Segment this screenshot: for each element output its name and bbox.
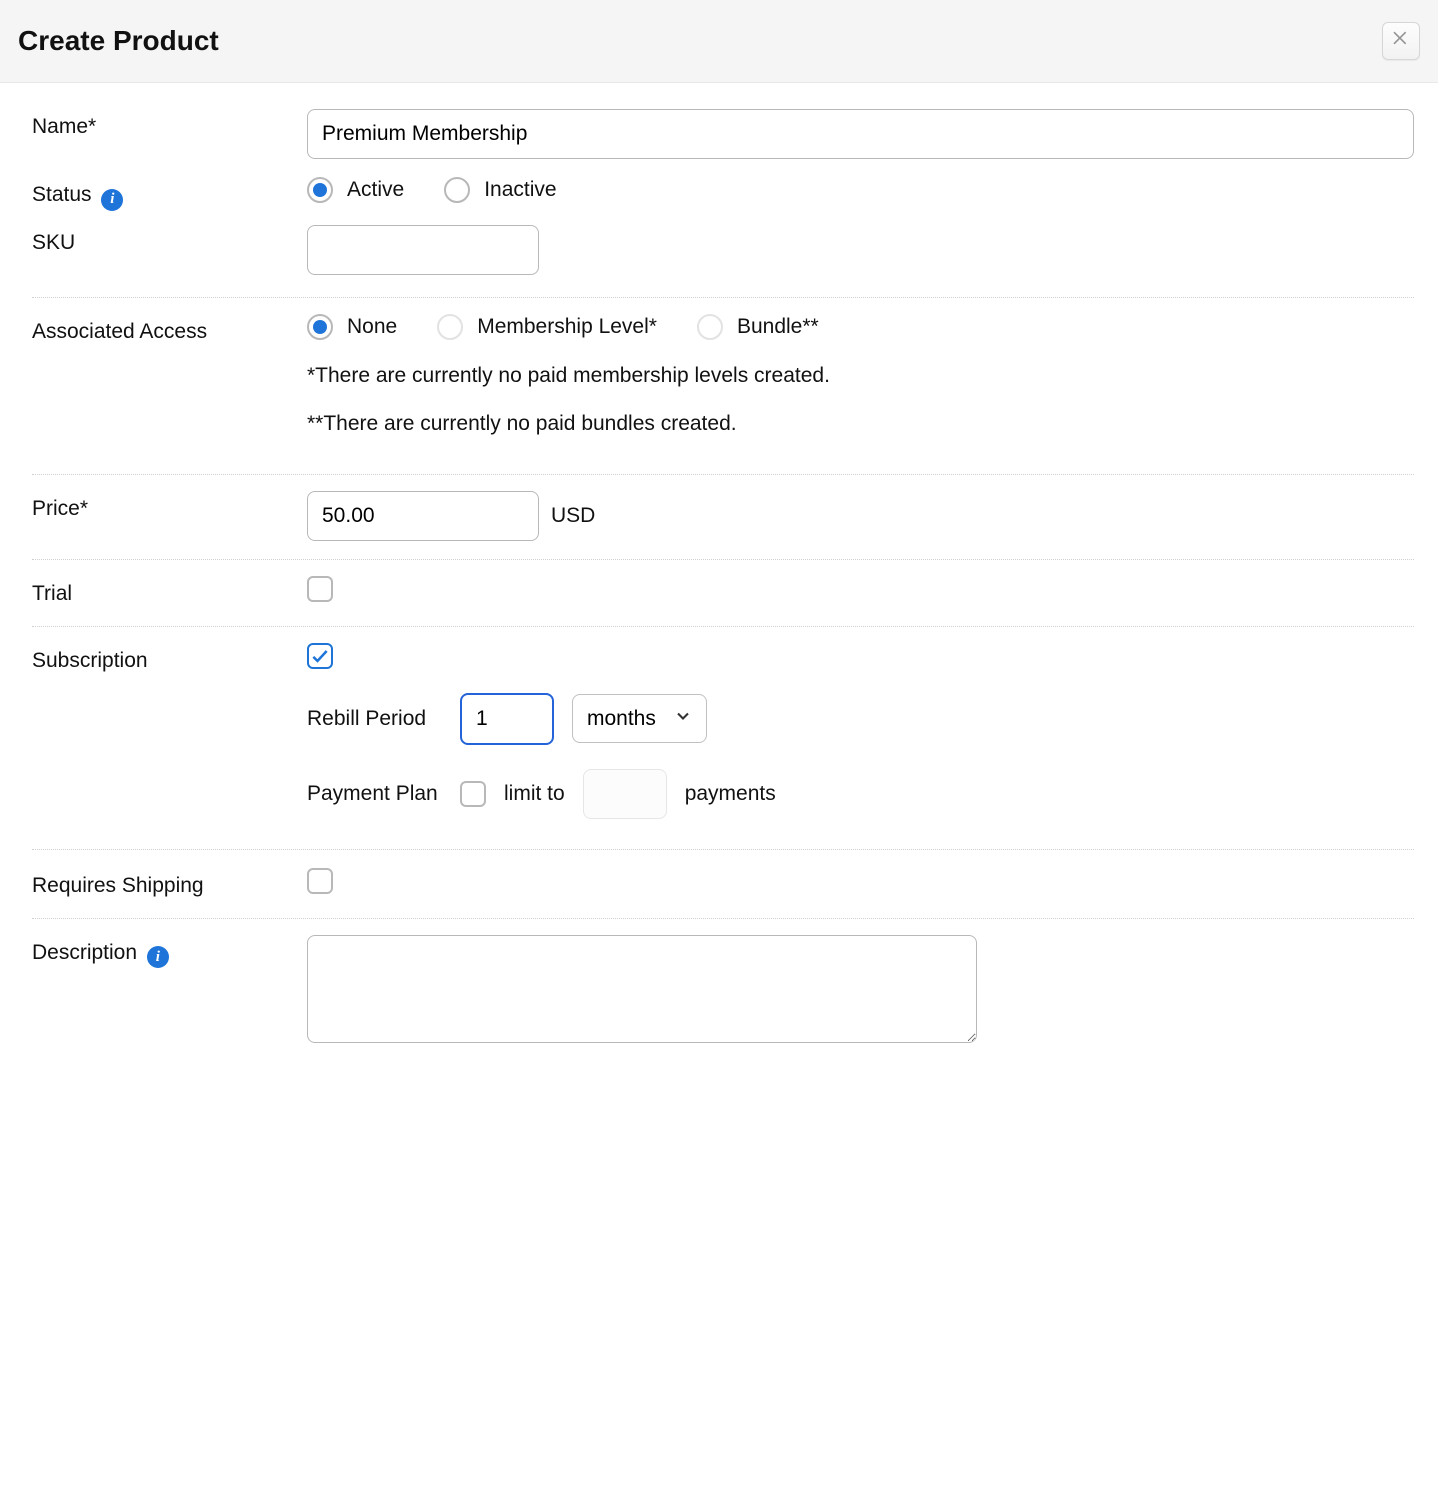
divider — [32, 559, 1414, 560]
divider — [32, 474, 1414, 475]
radio-icon — [444, 177, 470, 203]
close-icon — [1391, 28, 1411, 54]
currency-label: USD — [551, 504, 595, 528]
membership-note: *There are currently no paid membership … — [307, 364, 1414, 388]
subscription-label: Subscription — [32, 639, 307, 673]
divider — [32, 297, 1414, 298]
description-textarea[interactable] — [307, 935, 977, 1043]
radio-label: Active — [347, 178, 404, 202]
radio-icon — [307, 314, 333, 340]
divider — [32, 849, 1414, 850]
access-membership-radio[interactable]: Membership Level* — [437, 314, 657, 340]
radio-label: None — [347, 315, 397, 339]
sku-input[interactable] — [307, 225, 539, 275]
limit-to-label: limit to — [504, 782, 565, 806]
form-body: Name* Status i Active Inactive SKU — [0, 83, 1438, 1061]
rebill-qty-input[interactable] — [460, 693, 554, 745]
payment-plan-checkbox[interactable] — [460, 781, 486, 807]
status-active-radio[interactable]: Active — [307, 177, 404, 203]
radio-icon — [697, 314, 723, 340]
name-input[interactable] — [307, 109, 1414, 159]
status-label: Status i — [32, 173, 307, 211]
modal-header: Create Product — [0, 0, 1438, 83]
trial-label: Trial — [32, 572, 307, 606]
subscription-checkbox[interactable] — [307, 643, 333, 669]
description-label: Description i — [32, 931, 307, 969]
access-bundle-radio[interactable]: Bundle** — [697, 314, 819, 340]
trial-checkbox[interactable] — [307, 576, 333, 602]
name-label: Name* — [32, 105, 307, 139]
requires-shipping-checkbox[interactable] — [307, 868, 333, 894]
bundle-note: **There are currently no paid bundles cr… — [307, 412, 1414, 436]
radio-label: Bundle** — [737, 315, 819, 339]
rebill-period-label: Rebill Period — [307, 707, 442, 731]
price-input[interactable] — [307, 491, 539, 541]
payment-plan-label: Payment Plan — [307, 782, 442, 806]
price-label: Price* — [32, 487, 307, 521]
radio-label: Membership Level* — [477, 315, 657, 339]
radio-label: Inactive — [484, 178, 556, 202]
divider — [32, 918, 1414, 919]
payments-label: payments — [685, 782, 776, 806]
info-icon[interactable]: i — [147, 946, 169, 968]
payment-count-input[interactable] — [583, 769, 667, 819]
close-button[interactable] — [1382, 22, 1420, 60]
access-none-radio[interactable]: None — [307, 314, 397, 340]
modal-title: Create Product — [18, 25, 219, 57]
requires-shipping-label: Requires Shipping — [32, 864, 307, 898]
rebill-unit-select[interactable]: months — [572, 694, 707, 743]
sku-label: SKU — [32, 221, 307, 255]
divider — [32, 626, 1414, 627]
associated-access-label: Associated Access — [32, 310, 307, 344]
radio-icon — [307, 177, 333, 203]
status-inactive-radio[interactable]: Inactive — [444, 177, 556, 203]
info-icon[interactable]: i — [101, 189, 123, 211]
radio-icon — [437, 314, 463, 340]
